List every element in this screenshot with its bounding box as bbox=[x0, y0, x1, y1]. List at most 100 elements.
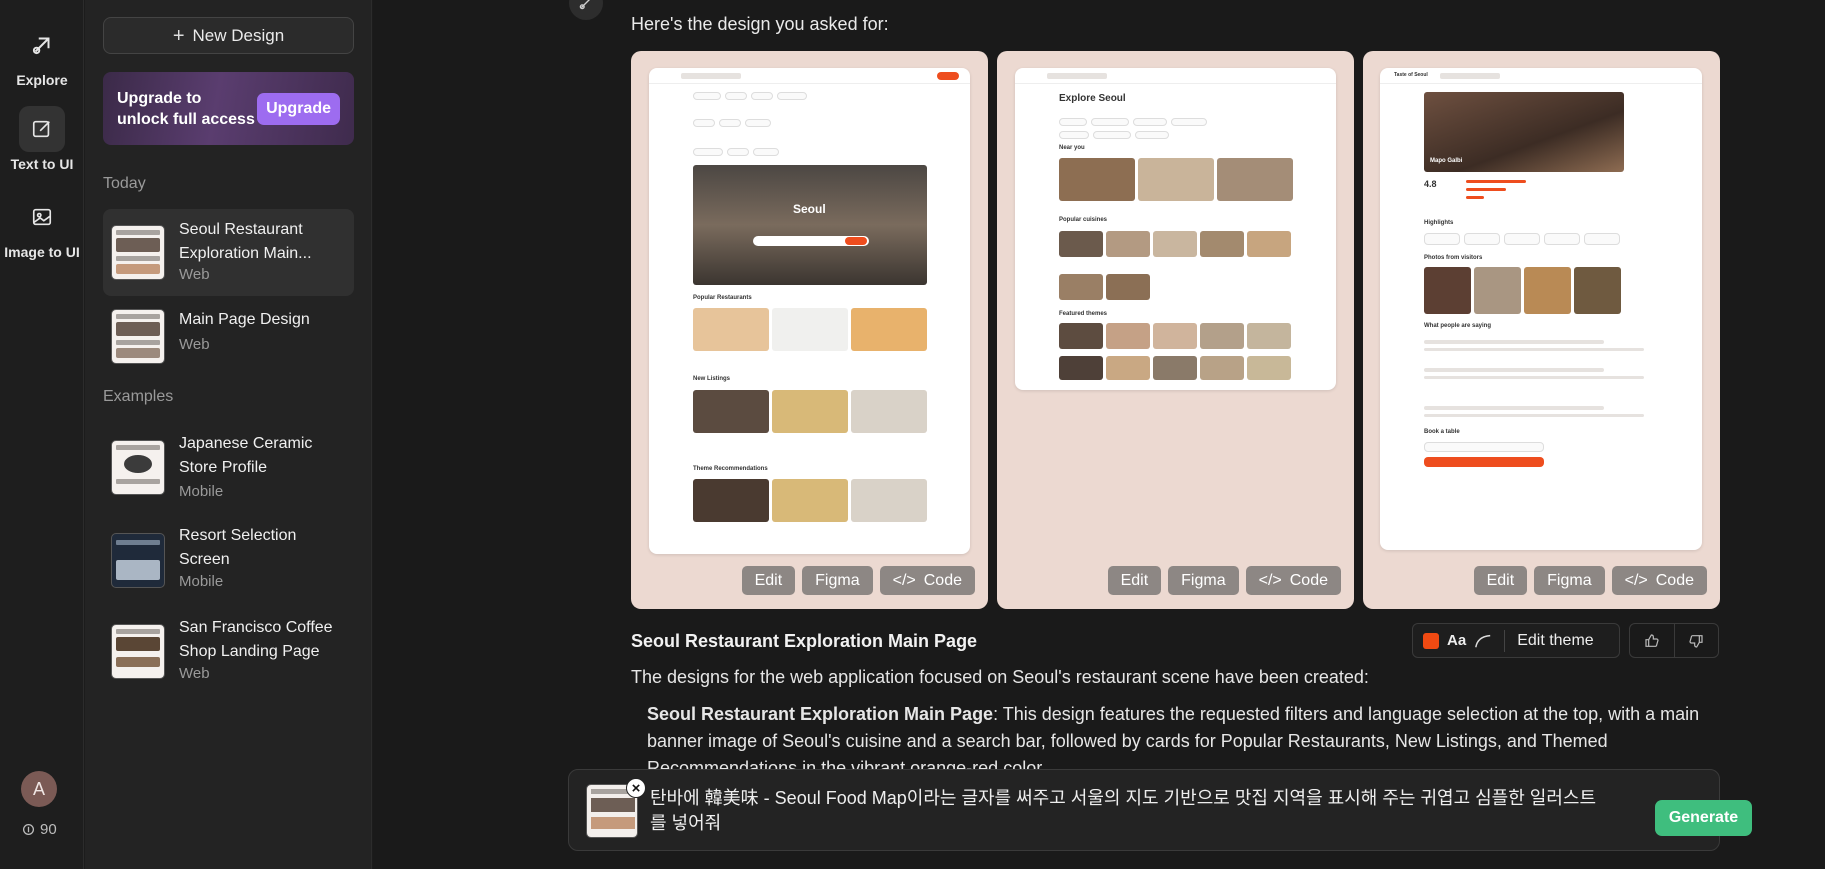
design-preview-card[interactable]: Seoul Popular Restaurants New Listings T… bbox=[631, 51, 988, 609]
design-title: Main Page Design bbox=[179, 311, 310, 328]
compass-icon bbox=[19, 22, 65, 68]
preview-title: Explore Seoul bbox=[1059, 93, 1126, 104]
new-design-button[interactable]: + New Design bbox=[103, 17, 354, 54]
card-actions: Edit Figma </> Code bbox=[741, 566, 975, 595]
thumbs-down-icon bbox=[1689, 634, 1703, 648]
section-themes: Featured themes bbox=[1059, 311, 1108, 317]
example-item[interactable]: Japanese Ceramic Store Profile Mobile bbox=[103, 422, 354, 514]
upgrade-button[interactable]: Upgrade bbox=[257, 92, 340, 125]
design-title: Seoul Restaurant Exploration Main... bbox=[179, 221, 312, 262]
rating: 4.8 bbox=[1424, 179, 1437, 189]
section-theme-rec: Theme Recommendations bbox=[693, 466, 768, 472]
plus-icon: + bbox=[172, 24, 185, 47]
design-thumbnail bbox=[111, 225, 165, 280]
feedback-controls bbox=[1629, 623, 1719, 658]
code-button[interactable]: </> Code bbox=[1611, 566, 1707, 595]
rail-explore-label: Explore bbox=[16, 72, 68, 88]
code-label: Code bbox=[1289, 571, 1328, 589]
assistant-intro: Here's the design you asked for: bbox=[631, 14, 889, 34]
history-item[interactable]: Main Page Design Web bbox=[103, 296, 354, 383]
edit-button[interactable]: Edit bbox=[1473, 566, 1528, 595]
section-highlights: Highlights bbox=[1424, 220, 1454, 226]
upgrade-text: Upgrade to unlock full access bbox=[117, 89, 255, 128]
section-new-listings: New Listings bbox=[693, 376, 731, 382]
figma-button[interactable]: Figma bbox=[1168, 566, 1239, 595]
code-button[interactable]: </> Code bbox=[879, 566, 975, 595]
design-title: Resort Selection Screen bbox=[179, 527, 297, 568]
thumbs-up-button[interactable] bbox=[1630, 624, 1674, 657]
code-label: Code bbox=[923, 571, 962, 589]
image-icon bbox=[19, 194, 65, 240]
section-popular: Popular Restaurants bbox=[693, 295, 752, 301]
section-book: Book a table bbox=[1424, 429, 1460, 435]
thumbs-down-button[interactable] bbox=[1673, 624, 1719, 657]
curve-icon[interactable] bbox=[1474, 633, 1492, 649]
preview-screen: Taste of Seoul Mapo Galbi 4.8 Highlights… bbox=[1380, 68, 1702, 550]
section-near-you: Near you bbox=[1059, 145, 1085, 151]
card-actions: Edit Figma </> Code bbox=[1107, 566, 1341, 595]
preview-screen: Seoul Popular Restaurants New Listings T… bbox=[649, 68, 970, 554]
design-thumbnail bbox=[111, 533, 165, 588]
prompt-input[interactable]: 탄바에 韓美味 - Seoul Food Map이라는 글자를 써주고 서울의 … bbox=[650, 786, 1610, 836]
code-icon: </> bbox=[1624, 571, 1648, 589]
card-actions: Edit Figma </> Code bbox=[1473, 566, 1707, 595]
rail-image-to-ui[interactable]: Image to UI bbox=[0, 194, 84, 260]
theme-controls[interactable]: Aa Edit theme bbox=[1412, 623, 1620, 658]
section-photos: Photos from visitors bbox=[1424, 255, 1483, 261]
dish-name: Mapo Galbi bbox=[1430, 158, 1463, 164]
hero-title: Seoul bbox=[793, 202, 826, 216]
example-item[interactable]: Resort Selection Screen Mobile bbox=[103, 514, 354, 606]
theme-color-swatch[interactable] bbox=[1423, 632, 1439, 649]
design-platform: Web bbox=[179, 266, 210, 283]
credit-icon bbox=[22, 823, 35, 836]
example-item[interactable]: San Francisco Coffee Shop Landing Page W… bbox=[103, 606, 354, 698]
upgrade-card: Upgrade to unlock full access Upgrade bbox=[103, 72, 354, 145]
generate-button[interactable]: Generate bbox=[1655, 800, 1752, 836]
chat-area: Here's the design you asked for: Seoul P… bbox=[373, 0, 1825, 869]
section-cuisines: Popular cuisines bbox=[1059, 217, 1108, 223]
rail-image-to-ui-label: Image to UI bbox=[4, 244, 80, 260]
figma-button[interactable]: Figma bbox=[802, 566, 873, 595]
figma-button[interactable]: Figma bbox=[1534, 566, 1605, 595]
thumbs-up-icon bbox=[1645, 633, 1659, 647]
nav-rail: Explore Text to UI Image to UI A 90 bbox=[0, 0, 84, 869]
examples-label: Examples bbox=[103, 388, 174, 405]
design-platform: Web bbox=[179, 665, 210, 682]
design-title: Japanese Ceramic Store Profile bbox=[179, 435, 313, 476]
today-label: Today bbox=[103, 175, 146, 192]
rail-text-to-ui[interactable]: Text to UI bbox=[0, 106, 84, 172]
section-reviews: What people are saying bbox=[1424, 323, 1492, 329]
design-thumbnail bbox=[111, 440, 165, 495]
edit-button[interactable]: Edit bbox=[1107, 566, 1162, 595]
response-description: The designs for the web application focu… bbox=[631, 667, 1369, 687]
design-platform: Mobile bbox=[179, 573, 224, 590]
design-preview-card[interactable]: Taste of Seoul Mapo Galbi 4.8 Highlights… bbox=[1363, 51, 1720, 609]
rail-explore[interactable]: Explore bbox=[0, 22, 84, 88]
bullet-title: Seoul Restaurant Exploration Main Page bbox=[647, 704, 994, 724]
edit-square-icon bbox=[19, 106, 65, 152]
response-bullet: Seoul Restaurant Exploration Main Page: … bbox=[647, 701, 1727, 771]
design-platform: Mobile bbox=[179, 483, 224, 500]
preview-screen: Explore Seoul Near you Popular cuisines … bbox=[1015, 68, 1336, 390]
prompt-composer: × 탄바에 韓美味 - Seoul Food Map이라는 글자를 써주고 서울… bbox=[568, 769, 1752, 851]
remove-attachment-button[interactable]: × bbox=[626, 778, 646, 798]
credits-count: 90 bbox=[40, 821, 57, 838]
design-preview-card[interactable]: Explore Seoul Near you Popular cuisines … bbox=[997, 51, 1354, 609]
preview-brand: Taste of Seoul bbox=[1394, 72, 1428, 78]
project-title: Seoul Restaurant Exploration Main Page bbox=[631, 631, 978, 651]
code-icon: </> bbox=[892, 571, 916, 589]
assistant-icon bbox=[569, 0, 603, 20]
edit-theme-button[interactable]: Edit theme bbox=[1517, 632, 1593, 650]
font-selector[interactable]: Aa bbox=[1447, 632, 1466, 649]
edit-button[interactable]: Edit bbox=[741, 566, 796, 595]
design-thumbnail bbox=[111, 309, 165, 364]
design-thumbnail bbox=[111, 624, 165, 679]
divider bbox=[1504, 629, 1506, 652]
new-design-label: New Design bbox=[192, 25, 285, 45]
code-icon: </> bbox=[1258, 571, 1282, 589]
credits[interactable]: 90 bbox=[22, 821, 57, 838]
avatar[interactable]: A bbox=[21, 771, 57, 807]
code-label: Code bbox=[1655, 571, 1694, 589]
history-item[interactable]: Seoul Restaurant Exploration Main... Web bbox=[103, 209, 354, 296]
code-button[interactable]: </> Code bbox=[1245, 566, 1341, 595]
